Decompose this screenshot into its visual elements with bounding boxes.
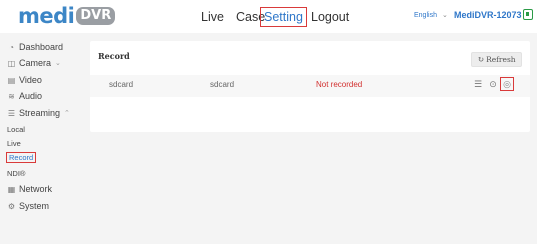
sidebar-item-label: System <box>19 201 50 211</box>
nav-setting[interactable]: Setting <box>260 7 307 27</box>
refresh-label: Refresh <box>486 55 516 64</box>
chevron-down-icon: ⌄ <box>55 60 61 67</box>
sidebar-item-label: Dashboard <box>19 42 64 52</box>
sidebar-subitem-ndi[interactable]: NDI® <box>7 169 25 178</box>
sidebar-item-camera[interactable]: ◫ Camera ⌄ <box>7 58 61 68</box>
sidebar-item-label: Audio <box>19 91 43 101</box>
sidebar-item-label: Video <box>19 75 42 85</box>
sidebar-item-video[interactable]: ▤ Video <box>7 75 42 85</box>
record-target: sdcard <box>210 80 235 89</box>
sidebar-item-label: Streaming <box>19 108 61 118</box>
settings-sliders-icon[interactable]: ☰ <box>472 78 484 90</box>
audio-icon: ≋ <box>8 91 15 101</box>
sidebar-subitem-local[interactable]: Local <box>7 125 25 134</box>
device-name: MediDVR-12073 <box>454 10 522 20</box>
sidebar-item-label: Camera <box>19 58 52 68</box>
logo-badge: DVR <box>76 7 116 25</box>
table-row: sdcard sdcard Not recorded ☰ ⊙ ◎ <box>90 75 530 97</box>
record-status: Not recorded <box>316 80 363 89</box>
network-icon: ▦ <box>7 184 16 194</box>
sidebar: ◔ Dashboard ◫ Camera ⌄ ▤ Video ≋ Audio ☰… <box>0 33 84 244</box>
sidebar-item-streaming[interactable]: ☰ Streaming ⌃ <box>7 108 70 118</box>
sidebar-item-label: Network <box>19 184 53 194</box>
panel-title: Record <box>98 51 130 61</box>
record-panel: Record ↻ Refresh sdcard sdcard Not recor… <box>90 41 530 132</box>
sidebar-subitem-record[interactable]: Record <box>6 152 37 163</box>
gear-icon: ⚙ <box>7 201 16 211</box>
sidebar-item-audio[interactable]: ≋ Audio <box>7 91 42 101</box>
device-status-icon[interactable] <box>523 9 533 20</box>
logo-text: medi <box>18 4 75 28</box>
record-toggle-icon[interactable]: ◎ <box>500 77 514 91</box>
medidvr-logo[interactable]: medi DVR <box>18 4 116 28</box>
record-start-icon[interactable]: ⊙ <box>487 78 499 90</box>
sidebar-item-network[interactable]: ▦ Network <box>7 184 52 194</box>
language-select[interactable]: English <box>414 12 437 19</box>
sidebar-item-dashboard[interactable]: ◔ Dashboard <box>7 42 63 52</box>
refresh-button[interactable]: ↻ Refresh <box>471 52 522 67</box>
sidebar-subitem-live[interactable]: Live <box>7 139 21 148</box>
record-source: sdcard <box>109 80 134 89</box>
camera-icon: ◫ <box>7 58 16 68</box>
streaming-icon: ☰ <box>7 108 16 118</box>
sidebar-item-system[interactable]: ⚙ System <box>7 201 49 211</box>
gauge-icon: ◔ <box>9 42 14 52</box>
refresh-icon: ↻ <box>477 55 485 64</box>
top-header: medi DVR Live Case Setting Logout Englis… <box>0 0 537 33</box>
nav-logout[interactable]: Logout <box>311 9 349 25</box>
video-icon: ▤ <box>7 75 16 85</box>
chevron-up-icon: ⌃ <box>64 110 70 117</box>
chevron-down-icon: ⌄ <box>442 12 448 19</box>
nav-live[interactable]: Live <box>201 9 224 25</box>
